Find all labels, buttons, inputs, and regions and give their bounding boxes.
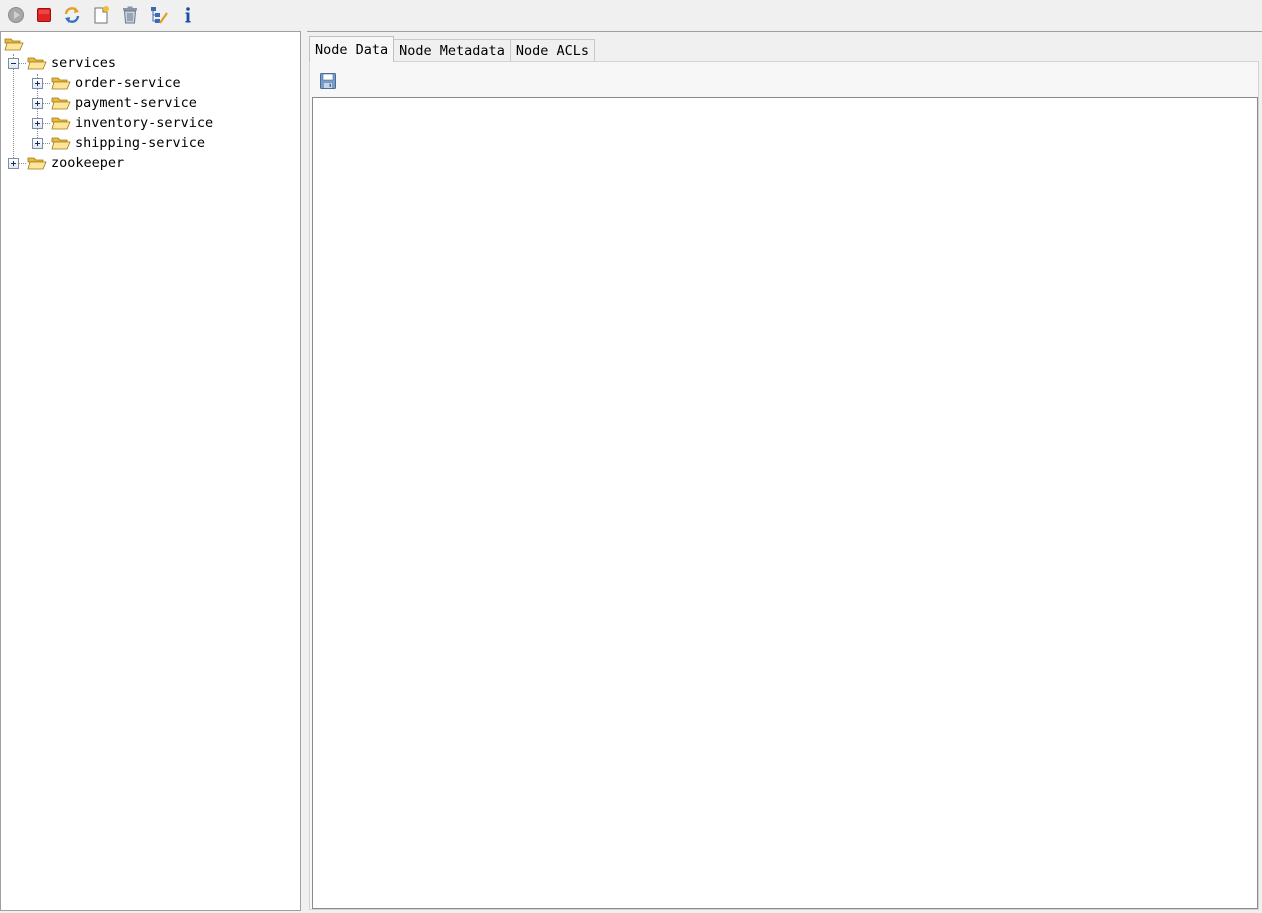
open-folder-icon (27, 57, 47, 70)
expand-toggle-zookeeper[interactable] (8, 158, 19, 169)
open-folder-icon (51, 117, 71, 130)
collapse-toggle-services[interactable] (8, 58, 19, 69)
tree-guide-line (13, 54, 15, 164)
edit-tree-icon (151, 7, 168, 24)
tab-node-metadata[interactable]: Node Metadata (393, 39, 511, 62)
zookeeper-browser-window: services order-service payment-service i… (0, 0, 1262, 913)
tree-guide-line (42, 143, 50, 145)
tree-guide-line (42, 83, 50, 85)
node-data-tab-content (309, 61, 1259, 910)
open-folder-icon (51, 77, 71, 90)
tree-guide-line (18, 163, 26, 165)
stop-icon (37, 8, 51, 22)
open-folder-icon (27, 157, 47, 170)
edit-tree-button[interactable] (148, 4, 170, 26)
tree-node-services[interactable]: services (27, 53, 116, 73)
open-folder-icon (51, 97, 71, 110)
tree-node-inventory-service[interactable]: inventory-service (51, 113, 213, 133)
connect-button[interactable] (5, 4, 27, 26)
expand-toggle-payment-service[interactable] (32, 98, 43, 109)
tree-node-zookeeper[interactable]: zookeeper (27, 153, 124, 173)
node-data-editor[interactable] (312, 97, 1258, 909)
connect-icon (8, 7, 24, 23)
tab-node-acls[interactable]: Node ACLs (509, 39, 595, 62)
main-toolbar (0, 0, 1262, 30)
tree-node-label: payment-service (75, 95, 197, 111)
tree-node-label: inventory-service (75, 115, 214, 131)
save-button[interactable] (317, 70, 339, 92)
expand-toggle-inventory-service[interactable] (32, 118, 43, 129)
add-node-icon (94, 6, 109, 24)
tree-guide-line (18, 63, 26, 65)
node-tree-panel[interactable]: services order-service payment-service i… (0, 31, 301, 911)
tab-node-data[interactable]: Node Data (309, 36, 395, 62)
tree-node-label: order-service (75, 75, 181, 91)
node-details-panel: Node Data Node Metadata Node ACLs (307, 31, 1262, 911)
tree-guide-line (42, 103, 50, 105)
delete-node-button[interactable] (119, 4, 141, 26)
save-icon (320, 73, 336, 89)
node-details-tabs: Node Data Node Metadata Node ACLs (309, 36, 595, 62)
refresh-button[interactable] (61, 4, 83, 26)
tree-node-label: services (51, 55, 117, 71)
info-icon (185, 7, 191, 23)
tree-node-label: shipping-service (75, 135, 206, 151)
tree-root[interactable] (4, 34, 28, 54)
add-node-button[interactable] (90, 4, 112, 26)
refresh-icon (64, 7, 80, 23)
tree-node-payment-service[interactable]: payment-service (51, 93, 197, 113)
tree-guide-line (42, 123, 50, 125)
about-button[interactable] (177, 4, 199, 26)
open-folder-icon (51, 137, 71, 150)
open-folder-icon (4, 38, 24, 51)
tree-node-order-service[interactable]: order-service (51, 73, 181, 93)
disconnect-button[interactable] (33, 4, 55, 26)
tree-node-label: zookeeper (51, 155, 125, 171)
trash-icon (123, 6, 137, 24)
tree-node-shipping-service[interactable]: shipping-service (51, 133, 205, 153)
expand-toggle-order-service[interactable] (32, 78, 43, 89)
expand-toggle-shipping-service[interactable] (32, 138, 43, 149)
